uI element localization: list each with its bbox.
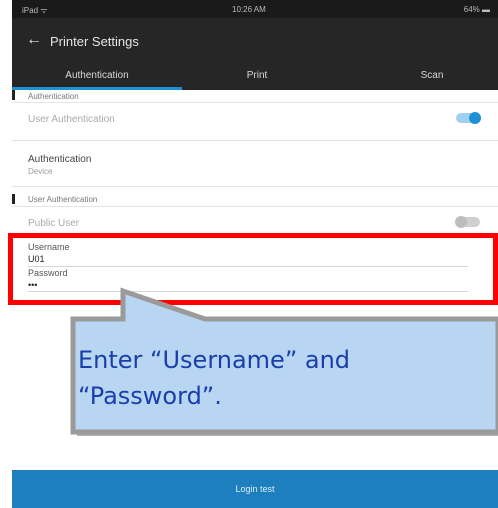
callout-text: Enter “Username” and “Password”. (78, 342, 498, 414)
callout-balloon (70, 287, 498, 436)
callout-line-2: “Password”. (78, 382, 222, 410)
callout-line-1: Enter “Username” and (78, 346, 351, 374)
